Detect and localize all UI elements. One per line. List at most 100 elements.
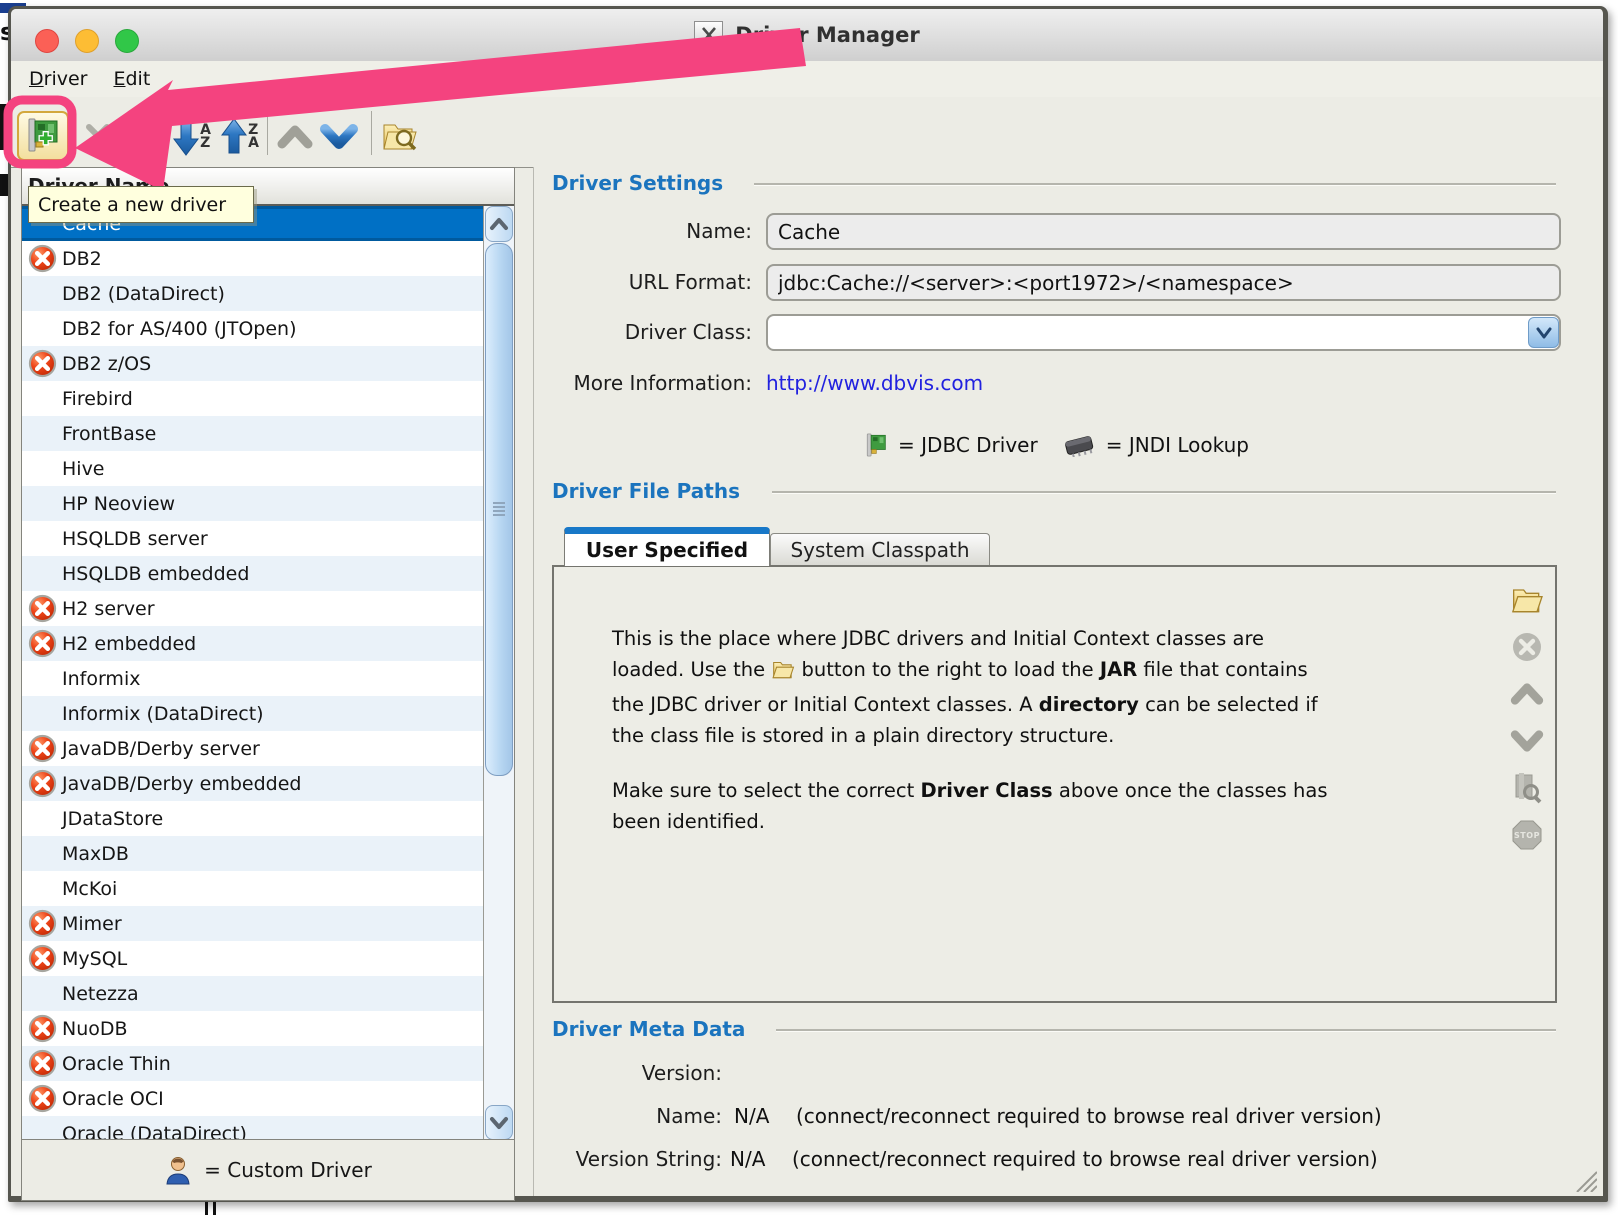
version-string-value: N/A — [730, 1147, 765, 1171]
chevron-down-icon — [1510, 729, 1544, 753]
window-x-icon — [694, 21, 723, 50]
driver-name-label: Firebird — [62, 388, 133, 410]
driver-class-dropdown-button[interactable] — [1528, 317, 1559, 348]
toolbar: AZ ZA — [11, 97, 1603, 168]
open-folder-button[interactable] — [1510, 583, 1544, 617]
driver-name-label: DB2 (DataDirect) — [62, 283, 225, 305]
driver-list-item[interactable]: MaxDB — [22, 836, 514, 871]
driver-list-item[interactable]: HSQLDB embedded — [22, 556, 514, 591]
driver-error-icon — [28, 349, 57, 378]
move-file-up-button[interactable] — [1510, 677, 1544, 711]
driver-paths-instructions: This is the place where JDBC drivers and… — [612, 623, 1492, 861]
sort-ascending-button[interactable]: ZA — [217, 113, 263, 161]
chevron-down-icon — [320, 123, 358, 151]
meta-name-label: Name: — [552, 1104, 722, 1128]
move-up-button[interactable] — [273, 117, 317, 157]
scrollbar-up-button[interactable] — [485, 206, 513, 242]
driver-name-label: DB2 — [62, 248, 102, 270]
chevron-up-icon — [1510, 682, 1544, 706]
driver-list-item[interactable]: FrontBase — [22, 416, 514, 451]
scrollbar-down-button[interactable] — [485, 1105, 513, 1140]
driver-list-item[interactable]: Firebird — [22, 381, 514, 416]
driver-name-label: McKoi — [62, 878, 117, 900]
move-file-down-button[interactable] — [1510, 724, 1544, 758]
create-driver-button[interactable] — [17, 111, 69, 161]
driver-list-panel: Driver Name CacheDB2DB2 (DataDirect)DB2 … — [21, 167, 515, 1201]
find-driver-class-button[interactable] — [1510, 771, 1544, 805]
scrollbar-thumb[interactable] — [485, 243, 513, 776]
find-driver-files-button[interactable] — [377, 113, 423, 159]
driver-details-panel: Driver Settings Name: URL Format: Driver… — [533, 167, 1603, 1196]
user-specified-panel: This is the place where JDBC drivers and… — [552, 565, 1557, 1003]
driver-name-label: HSQLDB server — [62, 528, 208, 550]
driver-class-field[interactable] — [766, 314, 1561, 351]
driver-list-item[interactable]: Netezza — [22, 976, 514, 1011]
folder-search-icon — [380, 117, 420, 155]
driver-file-paths-title: Driver File Paths — [552, 479, 740, 503]
screenshot-canvas: s Driver Manager DriverEdit — [0, 0, 1618, 1217]
driver-list-item[interactable]: Informix — [22, 661, 514, 696]
more-information-label: More Information: — [554, 371, 752, 395]
meta-name-note: (connect/reconnect required to browse re… — [796, 1104, 1382, 1128]
url-format-field[interactable] — [766, 264, 1561, 301]
driver-list-item[interactable]: Oracle Thin — [22, 1046, 514, 1081]
driver-list-item[interactable]: MySQL — [22, 941, 514, 976]
driver-list-item[interactable]: Oracle OCI — [22, 1081, 514, 1116]
driver-error-icon — [28, 629, 57, 658]
chevron-down-icon — [489, 1116, 509, 1130]
name-field[interactable] — [766, 213, 1561, 250]
driver-name-label: Oracle Thin — [62, 1053, 171, 1075]
jdbc-driver-legend-label: = JDBC Driver — [898, 433, 1038, 457]
driver-list-item[interactable]: HP Neoview — [22, 486, 514, 521]
driver-list-item[interactable]: JavaDB/Derby server — [22, 731, 514, 766]
driver-name-label: MySQL — [62, 948, 127, 970]
delete-x-icon — [84, 122, 112, 150]
resize-grip[interactable] — [1571, 1166, 1597, 1192]
driver-list-item[interactable]: DB2 for AS/400 (JTOpen) — [22, 311, 514, 346]
menu-item-edit[interactable]: Edit — [105, 66, 158, 92]
tab-user-specified[interactable]: User Specified — [564, 527, 770, 566]
scrollbar-grip — [493, 502, 505, 518]
sort-descending-button[interactable]: AZ — [169, 113, 215, 161]
sort-ascending-icon — [221, 117, 247, 157]
driver-list-item[interactable]: Hive — [22, 451, 514, 486]
driver-name-label: Mimer — [62, 913, 122, 935]
delete-driver-button[interactable] — [81, 119, 115, 153]
driver-list-item[interactable]: Informix (DataDirect) — [22, 696, 514, 731]
driver-list-item[interactable]: DB2 — [22, 241, 514, 276]
driver-name-label: Oracle (DataDirect) — [62, 1123, 247, 1141]
sort-descending-icon — [173, 117, 199, 157]
version-string-note: (connect/reconnect required to browse re… — [792, 1147, 1378, 1171]
driver-list-item[interactable]: JDataStore — [22, 801, 514, 836]
dbvis-link[interactable]: http://www.dbvis.com — [766, 371, 983, 395]
driver-error-icon — [28, 944, 57, 973]
driver-meta-data-title: Driver Meta Data — [552, 1017, 745, 1041]
chevron-down-icon — [1536, 327, 1552, 339]
driver-list-item[interactable]: JavaDB/Derby embedded — [22, 766, 514, 801]
section-divider — [776, 1029, 1556, 1031]
driver-list-item[interactable]: Mimer — [22, 906, 514, 941]
driver-list-item[interactable]: HSQLDB server — [22, 521, 514, 556]
menu-item-driver[interactable]: Driver — [21, 66, 95, 92]
remove-file-button[interactable] — [1510, 630, 1544, 664]
driver-name-label: HP Neoview — [62, 493, 175, 515]
driver-card-plus-icon — [23, 116, 63, 156]
driver-list-item[interactable]: DB2 (DataDirect) — [22, 276, 514, 311]
driver-list-item[interactable]: NuoDB — [22, 1011, 514, 1046]
driver-list-item[interactable]: DB2 z/OS — [22, 346, 514, 381]
driver-list-item[interactable]: H2 server — [22, 591, 514, 626]
driver-name-label: DB2 for AS/400 (JTOpen) — [62, 318, 297, 340]
driver-list-item[interactable]: H2 embedded — [22, 626, 514, 661]
driver-name-label: Informix — [62, 668, 140, 690]
driver-list-item[interactable]: McKoi — [22, 871, 514, 906]
driver-class-label: Driver Class: — [554, 320, 752, 344]
tab-system-classpath[interactable]: System Classpath — [770, 533, 990, 566]
instruction-paragraph: Make sure to select the correct Driver C… — [612, 775, 1492, 837]
move-down-button[interactable] — [317, 115, 361, 159]
version-label: Version: — [552, 1061, 722, 1085]
driver-name-label: Netezza — [62, 983, 139, 1005]
stop-search-button[interactable]: STOP — [1510, 818, 1544, 852]
name-label: Name: — [554, 219, 752, 243]
driver-list-item[interactable]: Oracle (DataDirect) — [22, 1116, 514, 1140]
driver-list-scrollbar[interactable] — [483, 206, 514, 1140]
